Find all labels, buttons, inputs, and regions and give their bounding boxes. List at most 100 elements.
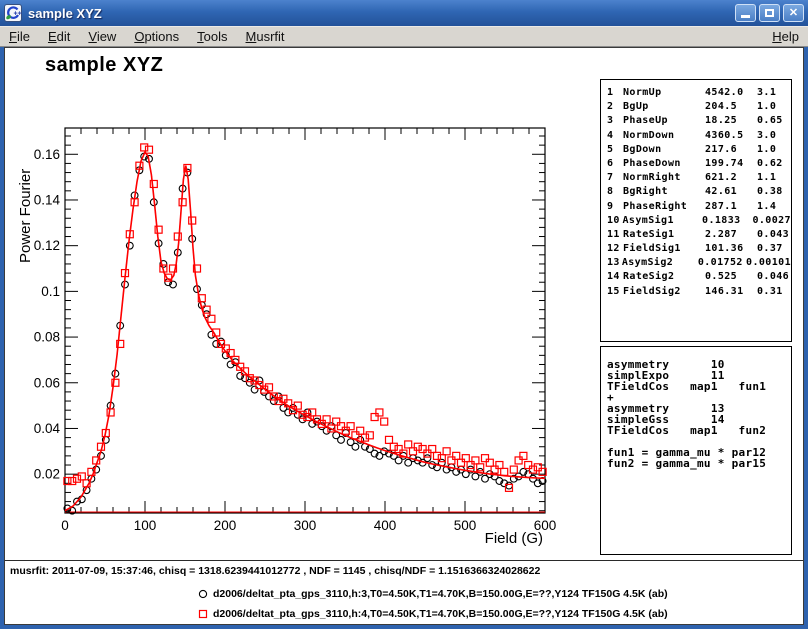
param-error: 0.31 <box>757 285 791 299</box>
param-error: 1.4 <box>757 200 791 214</box>
data-point-square <box>510 466 517 473</box>
parameter-row: 8BgRight42.610.38 <box>601 185 791 199</box>
data-point-square <box>390 443 397 450</box>
data-point-square <box>405 441 412 448</box>
data-point-square <box>174 233 181 240</box>
menu-item-options[interactable]: Options <box>125 28 188 45</box>
param-name: PhaseDown <box>623 157 705 171</box>
parameter-row: 11RateSig12.2870.043 <box>601 228 791 242</box>
param-value: 4542.0 <box>705 86 757 100</box>
data-point-square <box>462 455 469 462</box>
data-point-square <box>366 432 373 439</box>
menu-item-musrfit[interactable]: Musrfit <box>237 28 294 45</box>
param-name: FieldSig1 <box>623 242 705 256</box>
x-tick-label: 200 <box>214 518 237 533</box>
y-tick-label: 0.16 <box>34 147 60 162</box>
menu-item-help[interactable]: Help <box>763 28 808 45</box>
menu-item-view[interactable]: View <box>79 28 125 45</box>
parameter-row: 15FieldSig2146.310.31 <box>601 285 791 299</box>
data-point-square <box>486 459 493 466</box>
parameter-row: 2BgUp204.51.0 <box>601 100 791 114</box>
svg-text:++: ++ <box>14 11 22 18</box>
x-axis-label: Field (G) <box>395 530 543 547</box>
param-name: NormRight <box>623 171 705 185</box>
title-bar[interactable]: ++ sample XYZ ✕ <box>0 0 808 26</box>
fit-status-line: musrfit: 2011-07-09, 15:37:46, chisq = 1… <box>10 565 790 577</box>
parameter-row: 14RateSig20.5250.046 <box>601 270 791 284</box>
parameter-row: 3PhaseUp18.250.65 <box>601 114 791 128</box>
data-point-circle <box>126 242 133 249</box>
param-number: 15 <box>601 285 623 299</box>
param-number: 5 <box>601 143 623 157</box>
data-point-square <box>347 423 354 430</box>
param-number: 12 <box>601 242 623 256</box>
legend-label: d2006/deltat_pta_gps_3110,h:3,T0=4.50K,T… <box>213 588 668 600</box>
circle-marker-icon <box>198 589 208 599</box>
data-point-square <box>146 146 153 153</box>
y-tick-label: 0.02 <box>34 467 60 482</box>
close-icon: ✕ <box>789 7 798 19</box>
param-error: 1.0 <box>757 143 791 157</box>
param-number: 8 <box>601 185 623 199</box>
data-point-circle <box>352 443 359 450</box>
y-tick-label: 0.08 <box>34 330 60 345</box>
param-error: 3.0 <box>757 129 791 143</box>
data-point-square <box>386 436 393 443</box>
maximize-button[interactable] <box>759 4 780 22</box>
data-point-circle <box>246 379 253 386</box>
theory-panel: asymmetry 10 simplExpo 11 TFieldCos map1… <box>600 346 792 555</box>
param-number: 2 <box>601 100 623 114</box>
param-name: BgRight <box>623 185 705 199</box>
param-error: 0.00101 <box>746 256 791 270</box>
param-number: 1 <box>601 86 623 100</box>
data-point-square <box>453 452 460 459</box>
param-value: 0.01752 <box>698 256 746 270</box>
x-tick-label: 100 <box>134 518 157 533</box>
menu-item-edit[interactable]: Edit <box>39 28 79 45</box>
param-number: 11 <box>601 228 623 242</box>
minimize-icon <box>741 15 750 18</box>
parameter-row: 5BgDown217.61.0 <box>601 143 791 157</box>
param-value: 199.74 <box>705 157 757 171</box>
data-point-square <box>338 423 345 430</box>
status-separator <box>5 560 803 561</box>
param-number: 9 <box>601 200 623 214</box>
data-point-square <box>419 446 426 453</box>
window-title: sample XYZ <box>28 6 102 21</box>
param-error: 0.62 <box>757 157 791 171</box>
data-point-square <box>443 448 450 455</box>
parameter-row: 12FieldSig1101.360.37 <box>601 242 791 256</box>
fit-parameter-panel: 1NormUp4542.03.12BgUp204.51.03PhaseUp18.… <box>600 79 792 342</box>
param-value: 101.36 <box>705 242 757 256</box>
x-tick-label: 300 <box>294 518 317 533</box>
legend-row: d2006/deltat_pta_gps_3110,h:4,T0=4.50K,T… <box>5 607 795 621</box>
data-point-square <box>141 144 148 151</box>
param-name: RateSig1 <box>623 228 705 242</box>
close-button[interactable]: ✕ <box>783 4 804 22</box>
data-point-square <box>414 443 421 450</box>
menu-item-tools[interactable]: Tools <box>188 28 236 45</box>
data-point-square <box>410 448 417 455</box>
app-icon: ++ <box>4 4 22 22</box>
param-number: 10 <box>601 214 623 228</box>
y-axis-label: Power Fourier <box>17 169 34 263</box>
menu-item-file[interactable]: File <box>0 28 39 45</box>
data-point-square <box>107 409 114 416</box>
plot-title: sample XYZ <box>45 54 163 77</box>
parameter-row: 7NormRight621.21.1 <box>601 171 791 185</box>
param-name: PhaseUp <box>623 114 705 128</box>
data-point-square <box>78 473 85 480</box>
parameter-row: 4NormDown4360.53.0 <box>601 129 791 143</box>
param-name: AsymSig2 <box>622 256 698 270</box>
param-number: 14 <box>601 270 623 284</box>
param-error: 0.65 <box>757 114 791 128</box>
root-canvas[interactable]: 01002003004005006000.020.040.060.080.10.… <box>4 47 804 625</box>
param-error: 0.0027 <box>752 214 791 228</box>
x-tick-label: 0 <box>61 518 69 533</box>
minimize-button[interactable] <box>735 4 756 22</box>
param-number: 13 <box>601 256 622 270</box>
data-point-square <box>448 457 455 464</box>
param-error: 0.043 <box>757 228 791 242</box>
maximize-icon <box>765 9 774 17</box>
x-tick-label: 400 <box>374 518 397 533</box>
